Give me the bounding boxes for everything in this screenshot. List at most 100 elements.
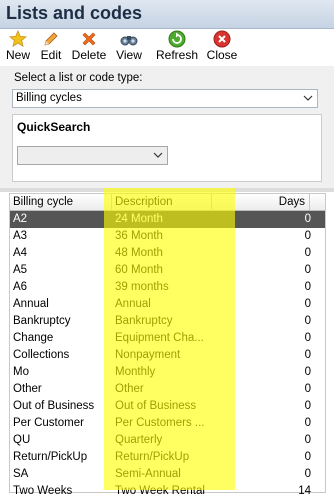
billing-cycle-cell: Other <box>13 383 42 395</box>
description-cell: Nonpayment <box>115 349 181 361</box>
billing-cycle-cell: Change <box>13 332 54 344</box>
description-cell: 24 Month <box>115 213 163 225</box>
description-cell: Out of Business <box>115 400 197 412</box>
view-button[interactable]: View <box>113 29 145 65</box>
days-cell: 0 <box>304 383 311 395</box>
table-row[interactable]: Other Other 0 <box>10 381 325 398</box>
billing-cycle-cell: Return/PickUp <box>13 451 88 463</box>
new-label: New <box>5 48 30 62</box>
billing-cycle-cell: Annual <box>13 298 49 310</box>
toolbar: New Edit Delete View Refresh Close <box>0 29 334 66</box>
column-header-description[interactable]: Description <box>112 194 212 210</box>
refresh-label: Refresh <box>155 48 199 62</box>
billing-cycle-cell: Mo <box>13 366 29 378</box>
days-cell: 0 <box>304 298 311 310</box>
billing-cycle-cell: A5 <box>13 264 28 276</box>
billing-cycle-cell: Collections <box>13 349 70 361</box>
quicksearch-title: QuickSearch <box>17 120 91 134</box>
days-cell: 14 <box>298 485 311 497</box>
refresh-icon <box>155 30 199 48</box>
description-cell: Bankruptcy <box>115 315 173 327</box>
list-type-value: Billing cycles <box>16 92 82 104</box>
column-header-billing-cycle[interactable]: Billing cycle <box>10 194 112 210</box>
edit-label: Edit <box>40 48 62 62</box>
column-header-days[interactable]: Days <box>212 194 310 210</box>
table-row[interactable]: Collections Nonpayment 0 <box>10 347 325 364</box>
window-title: Lists and codes <box>6 3 143 23</box>
table-row[interactable]: Two Weeks Two Week Rental 14 <box>10 483 325 500</box>
billing-cycle-cell: Out of Business <box>13 400 95 412</box>
x-mark-icon <box>70 30 108 48</box>
table-row[interactable]: QU Quarterly 0 <box>10 432 325 449</box>
description-cell: Monthly <box>115 366 156 378</box>
splitter[interactable] <box>0 188 334 192</box>
chevron-down-icon[interactable] <box>152 148 164 163</box>
days-cell: 0 <box>304 213 311 225</box>
new-button[interactable]: New <box>4 29 32 65</box>
table-row[interactable]: Change Equipment Cha... 0 <box>10 330 325 347</box>
delete-label: Delete <box>71 48 107 62</box>
description-cell: Quarterly <box>115 434 163 446</box>
list-type-dropdown[interactable]: Billing cycles <box>12 89 318 108</box>
billing-cycle-cell: QU <box>13 434 31 446</box>
billing-cycle-cell: A6 <box>13 281 28 293</box>
days-cell: 0 <box>304 230 311 242</box>
description-cell: 60 Month <box>115 264 163 276</box>
quicksearch-panel: QuickSearch <box>12 114 322 182</box>
pencil-icon <box>38 30 64 48</box>
description-cell: 36 Month <box>115 230 163 242</box>
refresh-button[interactable]: Refresh <box>155 29 199 65</box>
days-cell: 0 <box>304 434 311 446</box>
table-row[interactable]: Out of Business Out of Business 0 <box>10 398 325 415</box>
billing-cycle-cell: Bankruptcy <box>13 315 71 327</box>
table-row[interactable]: A6 39 months 0 <box>10 279 325 296</box>
days-cell: 0 <box>304 468 311 480</box>
star-icon <box>4 29 32 48</box>
description-cell: 39 months <box>115 281 169 293</box>
table-row[interactable]: Mo Monthly 0 <box>10 364 325 381</box>
table-row[interactable]: Bankruptcy Bankruptcy 0 <box>10 313 325 330</box>
table-row[interactable]: Per Customer Per Customers ... 0 <box>10 415 325 432</box>
days-cell: 0 <box>304 400 311 412</box>
title-bar: Lists and codes <box>0 0 334 29</box>
list-type-label: Select a list or code type: <box>14 72 143 84</box>
description-cell: 48 Month <box>115 247 163 259</box>
description-cell: Semi-Annual <box>115 468 181 480</box>
days-cell: 0 <box>304 332 311 344</box>
table-row[interactable]: A2 24 Month 0 <box>10 211 325 228</box>
grid-header: Billing cycle Description Days <box>10 194 325 211</box>
quicksearch-dropdown[interactable] <box>17 146 168 165</box>
close-button[interactable]: Close <box>205 29 239 65</box>
table-row[interactable]: A3 36 Month 0 <box>10 228 325 245</box>
billing-cycle-cell: A2 <box>13 213 28 225</box>
billing-cycle-cell: SA <box>13 468 29 480</box>
days-cell: 0 <box>304 417 311 429</box>
description-cell: Two Week Rental <box>115 485 205 497</box>
billing-cycle-cell: Two Weeks <box>13 485 73 497</box>
chevron-down-icon[interactable] <box>302 91 314 106</box>
delete-button[interactable]: Delete <box>70 29 108 65</box>
edit-button[interactable]: Edit <box>38 29 64 65</box>
days-cell: 0 <box>304 451 311 463</box>
billing-cycles-grid: Billing cycle Description Days A2 24 Mont… <box>9 193 326 497</box>
days-cell: 0 <box>304 247 311 259</box>
table-row[interactable]: SA Semi-Annual 0 <box>10 466 325 483</box>
table-row[interactable]: Annual Annual 0 <box>10 296 325 313</box>
description-cell: Equipment Cha... <box>115 332 204 344</box>
close-label: Close <box>206 48 238 62</box>
billing-cycle-cell: Per Customer <box>13 417 84 429</box>
table-row[interactable]: A4 48 Month 0 <box>10 245 325 262</box>
days-cell: 0 <box>304 315 311 327</box>
billing-cycle-cell: A4 <box>13 247 28 259</box>
description-cell: Other <box>115 383 144 395</box>
days-cell: 0 <box>304 281 311 293</box>
table-row[interactable]: Return/PickUp Return/PickUp 0 <box>10 449 325 466</box>
days-cell: 0 <box>304 264 311 276</box>
close-circle-icon <box>205 30 239 48</box>
description-cell: Return/PickUp <box>115 451 190 463</box>
table-row[interactable]: A5 60 Month 0 <box>10 262 325 279</box>
days-cell: 0 <box>304 366 311 378</box>
binoculars-icon <box>113 30 145 48</box>
billing-cycle-cell: A3 <box>13 230 28 242</box>
description-cell: Per Customers ... <box>115 417 205 429</box>
